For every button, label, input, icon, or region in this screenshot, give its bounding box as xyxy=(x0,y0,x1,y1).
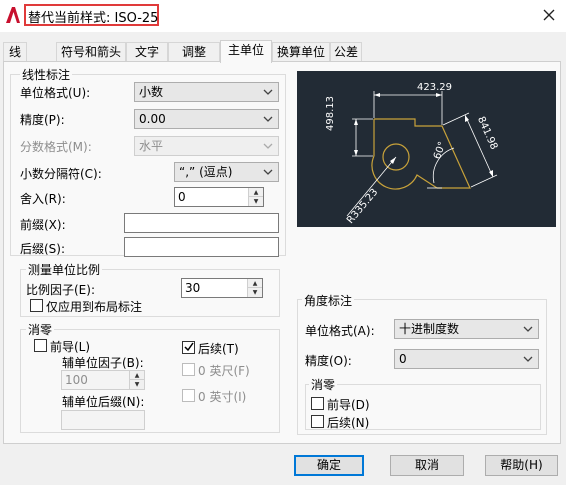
cancel-button[interactable]: 取消 xyxy=(390,455,464,476)
tab-tolerances[interactable]: 公差 xyxy=(330,42,362,62)
angular-leading-zero-checkbox[interactable] xyxy=(311,397,324,410)
leading-zero-label: 前导(L) xyxy=(50,340,91,354)
sub-unit-factor-spinner: 100 ▲ ▼ xyxy=(61,370,145,390)
precision-value: 0.00 xyxy=(139,112,166,126)
decimal-separator-label: 小数分隔符(C): xyxy=(20,167,102,181)
unit-format-value: 小数 xyxy=(139,85,164,99)
tab-primary-units[interactable]: 主单位 xyxy=(220,40,272,63)
spin-down-icon[interactable]: ▼ xyxy=(249,197,263,206)
angular-group-title: 角度标注 xyxy=(302,292,355,309)
zero-inches-checkbox xyxy=(182,389,195,402)
tab-label: 主单位 xyxy=(227,43,264,57)
round-off-label: 舍入(R): xyxy=(20,192,66,206)
suffix-input[interactable] xyxy=(124,237,279,257)
title-bar: 替代当前样式: ISO-25 xyxy=(0,0,566,32)
tab-alternate-units[interactable]: 换算单位 xyxy=(272,42,330,62)
angular-zero-suppression-title: 消零 xyxy=(309,376,338,393)
angular-precision-value: 0 xyxy=(399,352,407,366)
spin-up-icon[interactable]: ▲ xyxy=(248,279,262,288)
zero-feet-checkbox xyxy=(182,363,195,376)
zero-suppression-title: 消零 xyxy=(26,321,55,338)
ok-button[interactable]: 确定 xyxy=(294,455,364,476)
trailing-zero-checkbox[interactable] xyxy=(182,341,195,354)
dimension-preview: 423.29 498.13 841.98 R335.23 60° xyxy=(297,71,556,227)
round-off-value: 0 xyxy=(178,190,186,204)
prefix-label: 前缀(X): xyxy=(20,218,66,232)
tab-label: 调整 xyxy=(181,45,206,59)
sub-unit-suffix-input xyxy=(61,410,145,430)
tab-label: 换算单位 xyxy=(276,45,325,59)
tab-fit[interactable]: 调整 xyxy=(168,42,220,62)
angular-unit-format-select[interactable]: 十进制度数 xyxy=(394,319,539,339)
precision-select[interactable]: 0.00 xyxy=(134,109,279,129)
layout-only-label: 仅应用到布局标注 xyxy=(46,300,143,314)
preview-drawing xyxy=(346,91,498,217)
chevron-down-icon xyxy=(263,116,273,122)
round-off-spinner[interactable]: 0 ▲ ▼ xyxy=(174,187,264,207)
layout-only-checkbox[interactable] xyxy=(30,299,43,312)
decimal-separator-select[interactable]: “,” (逗点) xyxy=(174,162,279,182)
tab-label: 线 xyxy=(8,45,21,59)
spinner-buttons: ▲ ▼ xyxy=(248,188,263,206)
fraction-format-select: 水平 xyxy=(134,136,279,156)
preview-dim-left: 498.13 xyxy=(325,96,336,131)
preview-dim-top: 423.29 xyxy=(417,82,452,93)
close-icon[interactable] xyxy=(540,6,558,24)
scale-factor-label: 比例因子(E): xyxy=(26,283,95,297)
measurement-scale-title: 测量单位比例 xyxy=(26,261,103,278)
angular-unit-format-label: 单位格式(A): xyxy=(305,324,375,338)
scale-factor-value: 30 xyxy=(185,281,201,295)
unit-format-label: 单位格式(U): xyxy=(20,86,91,100)
tab-label: 符号和箭头 xyxy=(60,45,121,59)
window-title: 替代当前样式: ISO-25 xyxy=(28,11,159,26)
fraction-format-label: 分数格式(M): xyxy=(20,140,92,154)
tab-lines[interactable]: 线 xyxy=(3,42,27,62)
scale-factor-spinner[interactable]: 30 ▲ ▼ xyxy=(181,278,263,298)
tab-label: 公差 xyxy=(333,45,358,59)
leading-zero-checkbox[interactable] xyxy=(34,339,47,352)
spin-down-icon[interactable]: ▼ xyxy=(248,288,262,297)
precision-label: 精度(P): xyxy=(20,113,65,127)
angular-unit-format-value: 十进制度数 xyxy=(399,322,460,336)
prefix-input[interactable] xyxy=(124,213,279,233)
fraction-format-value: 水平 xyxy=(139,139,164,153)
chevron-down-icon xyxy=(523,326,533,332)
spin-down-icon: ▼ xyxy=(130,380,144,389)
chevron-down-icon xyxy=(263,143,273,149)
unit-format-select[interactable]: 小数 xyxy=(134,82,279,102)
tab-label: 文字 xyxy=(134,45,159,59)
spinner-buttons: ▲ ▼ xyxy=(129,371,144,389)
sub-unit-suffix-label: 辅单位后缀(N): xyxy=(62,395,145,409)
spin-up-icon: ▲ xyxy=(130,371,144,380)
angular-trailing-zero-checkbox[interactable] xyxy=(311,415,324,428)
chevron-down-icon xyxy=(263,89,273,95)
spinner-buttons: ▲ ▼ xyxy=(247,279,262,297)
checkmark-icon xyxy=(184,342,194,352)
angular-precision-select[interactable]: 0 xyxy=(394,349,539,369)
suffix-label: 后缀(S): xyxy=(20,242,66,256)
angular-trailing-zero-label: 后续(N) xyxy=(327,416,370,430)
help-button[interactable]: 帮助(H) xyxy=(485,455,558,476)
sub-unit-factor-value: 100 xyxy=(65,373,88,387)
zero-feet-label: 0 英尺(F) xyxy=(198,364,250,378)
angular-leading-zero-label: 前导(D) xyxy=(327,398,370,412)
spin-up-icon[interactable]: ▲ xyxy=(249,188,263,197)
tab-text[interactable]: 文字 xyxy=(126,42,168,62)
autocad-logo-icon xyxy=(6,7,20,23)
angular-precision-label: 精度(O): xyxy=(305,354,352,368)
decimal-separator-value: “,” (逗点) xyxy=(179,165,233,179)
linear-group-title: 线性标注 xyxy=(20,66,73,83)
zero-inches-label: 0 英寸(I) xyxy=(198,390,247,404)
chevron-down-icon xyxy=(523,356,533,362)
chevron-down-icon xyxy=(263,169,273,175)
tab-strip: 线 符号和箭头 文字 调整 主单位 换算单位 公差 xyxy=(0,40,566,63)
sub-unit-factor-label: 辅单位因子(B): xyxy=(62,356,144,370)
trailing-zero-label: 后续(T) xyxy=(198,342,239,356)
tab-symbols-arrows[interactable]: 符号和箭头 xyxy=(56,42,126,62)
